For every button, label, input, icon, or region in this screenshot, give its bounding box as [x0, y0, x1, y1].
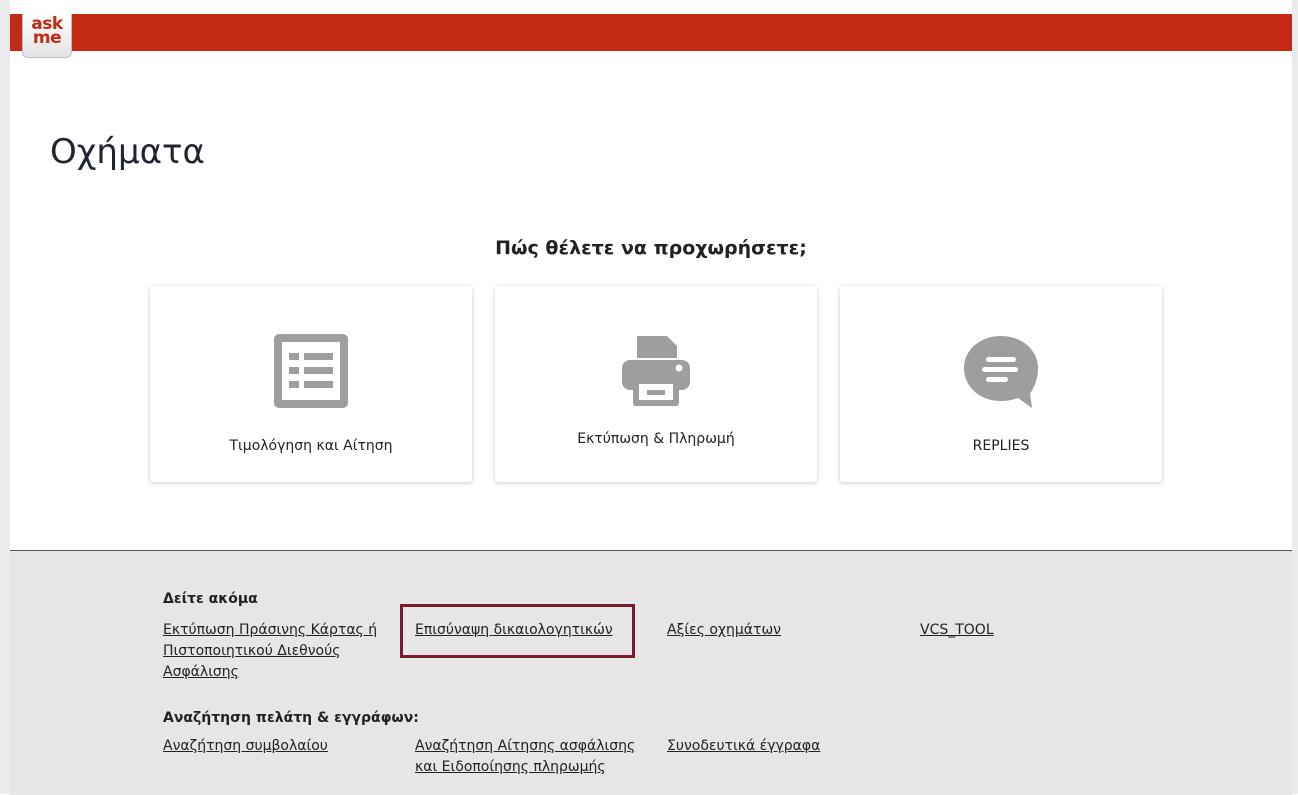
card-replies[interactable]: REPLIES: [840, 286, 1162, 482]
proceed-prompt: Πώς θέλετε να προχωρήσετε;: [495, 237, 807, 259]
link-accompanying-documents[interactable]: Συνοδευτικά έγγραφα: [667, 736, 820, 757]
highlight-box: [400, 604, 635, 658]
search-heading: Αναζήτηση πελάτη & εγγράφων:: [163, 710, 419, 726]
card-pricing-application[interactable]: Τιμολόγηση και Αίτηση: [150, 286, 472, 482]
list-icon: [274, 334, 348, 408]
right-page-margin: [1292, 0, 1298, 794]
logo-text: ask me: [31, 14, 63, 48]
card-print-payment[interactable]: Εκτύπωση & Πληρωμή: [495, 286, 817, 482]
top-header-bar: [10, 14, 1292, 51]
card-replies-label: REPLIES: [972, 438, 1030, 454]
see-also-heading: Δείτε ακόμα: [163, 591, 258, 607]
left-page-margin: [0, 0, 10, 794]
link-search-policy[interactable]: Αναζήτηση συμβολαίου: [163, 736, 328, 757]
chat-bubble-icon: [964, 336, 1038, 408]
page-title: Οχήματα: [50, 132, 205, 172]
link-search-application[interactable]: Αναζήτηση Αίτησης ασφάλισης και Ειδοποίη…: [415, 736, 645, 778]
link-vcs-tool[interactable]: VCS_TOOL: [920, 620, 994, 641]
link-green-card-print[interactable]: Εκτύπωση Πράσινης Κάρτας ή Πιστοποιητικο…: [163, 620, 388, 683]
askme-logo[interactable]: ask me: [22, 14, 72, 58]
link-vehicle-values[interactable]: Αξίες οχημάτων: [667, 620, 781, 641]
printer-icon: [622, 336, 690, 406]
card-pricing-application-label: Τιμολόγηση και Αίτηση: [229, 438, 393, 454]
card-print-payment-label: Εκτύπωση & Πληρωμή: [577, 431, 735, 447]
